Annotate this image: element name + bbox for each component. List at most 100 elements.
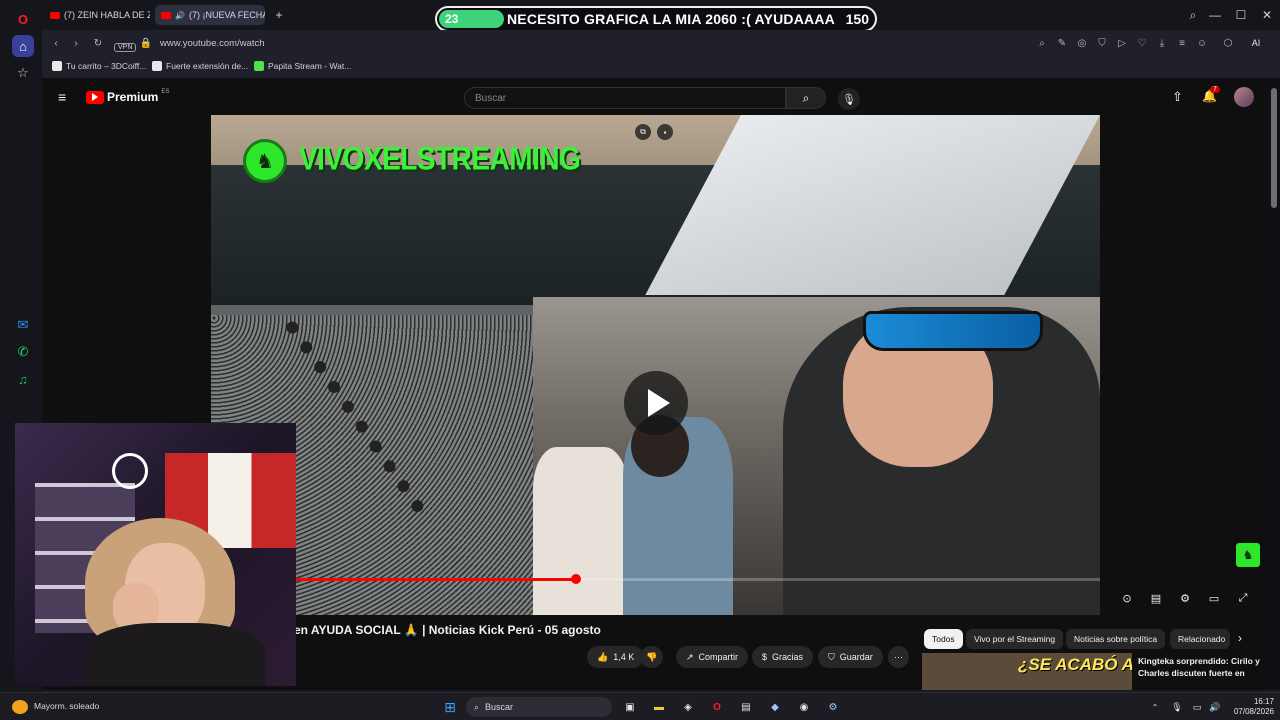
aria-ai-button[interactable]: AI — [1242, 35, 1270, 51]
scrollbar-thumb[interactable] — [1271, 88, 1277, 208]
weather-icon[interactable] — [12, 700, 28, 714]
notes-icon[interactable]: ▤ — [737, 698, 755, 716]
recommendation-thumbnail[interactable]: ¿SE ACABÓ AMISTAD? — [922, 653, 1132, 690]
search-tabs-icon[interactable]: ⌕ — [1184, 6, 1202, 24]
taskbar-search-label: Buscar — [485, 702, 514, 712]
share-button[interactable]: ↗ Compartir — [676, 646, 749, 668]
chip-label: Todos — [932, 634, 955, 644]
miniplayer-icon[interactable]: ⧉ — [635, 124, 651, 140]
app-icon[interactable]: ◈ — [679, 698, 697, 716]
more-label: ··· — [894, 652, 903, 662]
back-icon[interactable]: ‹ — [48, 35, 64, 51]
chip-vivo[interactable]: Vivo por el Streaming — [966, 629, 1064, 649]
menu-icon[interactable]: ≡ — [1174, 35, 1190, 51]
download-icon[interactable]: ⤓ — [1154, 35, 1170, 51]
file-explorer-icon[interactable]: ▬ — [650, 698, 668, 716]
webcam-neon-ring — [112, 453, 148, 489]
video-progress-bar[interactable] — [212, 574, 1100, 584]
task-view-icon[interactable]: ▣ — [621, 698, 639, 716]
voice-search-icon[interactable]: 🎙 — [838, 88, 860, 110]
edit-icon[interactable]: ✎ — [1054, 35, 1070, 51]
opera-taskbar-icon[interactable]: O — [708, 698, 726, 716]
autoplay-toggle[interactable]: ⊙ — [1116, 589, 1138, 607]
ai-label: AI — [1251, 38, 1261, 48]
bookmark-item[interactable]: Papita Stream - Wat... — [254, 61, 351, 71]
recommendation-title[interactable]: Kingteka sorprendido: Cirilo y Charles d… — [1138, 655, 1266, 679]
thumbnail-text: ¿SE ACABÓ AMISTAD? — [1018, 655, 1132, 674]
bookmark-favicon-icon — [254, 61, 264, 71]
dislike-button[interactable]: 👎 — [640, 646, 664, 668]
clock-time: 16:17 — [1253, 697, 1274, 706]
monitor-icon[interactable]: ▭ — [1188, 698, 1206, 716]
chevron-right-icon[interactable]: › — [1238, 631, 1242, 645]
avatar[interactable] — [1234, 87, 1254, 107]
poll-question: NECESITO GRAFICA LA MIA 2060 :( AYUDAAAA — [507, 11, 835, 27]
cast-icon[interactable]: ▪ — [657, 124, 673, 140]
new-tab-button[interactable]: + — [270, 5, 288, 25]
youtube-favicon-icon — [161, 11, 171, 19]
opera-logo-icon[interactable]: O — [12, 8, 34, 30]
obs-icon[interactable]: ◉ — [795, 698, 813, 716]
reload-icon[interactable]: ↻ — [90, 35, 106, 51]
search-icon[interactable]: ⌕ — [1034, 35, 1050, 51]
youtube-logo[interactable]: Premium ES — [86, 89, 169, 104]
tray-chevron-icon[interactable]: ⌃ — [1146, 698, 1164, 716]
theater-mode-icon[interactable]: ▭ — [1203, 589, 1225, 607]
whatsapp-icon[interactable]: ✆ — [12, 341, 34, 363]
play-button[interactable] — [624, 371, 688, 435]
subtitles-icon[interactable]: ▤ — [1145, 589, 1167, 607]
webcam-person-body — [85, 623, 265, 686]
microphone-icon[interactable]: 🎙 — [1168, 698, 1186, 716]
video-player[interactable]: ♞ VIVOXELSTREAMING ⧉ ▪ — [211, 115, 1100, 615]
taskbar-search[interactable]: ⌕ Buscar — [466, 697, 612, 717]
spotify-icon[interactable]: ♫ — [12, 368, 34, 390]
tab-nueva-fecha[interactable]: 🔊 (7) ¡NUEVA FECHA — [155, 5, 265, 25]
weather-label[interactable]: Mayorm. soleado — [34, 701, 99, 711]
profile-icon[interactable]: ☺ — [1194, 35, 1210, 51]
youtube-logo-icon — [86, 90, 104, 104]
settings-icon[interactable]: ⚙ — [1174, 589, 1196, 607]
extensions-icon[interactable]: ⬡ — [1220, 35, 1236, 51]
chip-politica[interactable]: Noticias sobre política — [1066, 629, 1166, 649]
fullscreen-icon[interactable]: ⤢ — [1232, 589, 1254, 607]
taskbar-clock[interactable]: 16:17 07/08/2026 — [1228, 697, 1274, 717]
heart-icon[interactable]: ♡ — [1134, 35, 1150, 51]
steam-icon[interactable]: ◆ — [766, 698, 784, 716]
stream-poll-banner: 23 NECESITO GRAFICA LA MIA 2060 :( AYUDA… — [435, 6, 877, 32]
chip-all[interactable]: Todos — [924, 629, 963, 649]
url-field[interactable]: www.youtube.com/watch — [160, 34, 460, 52]
bookmark-label: Tu carrito – 3DCoiff... — [66, 61, 147, 71]
upload-icon[interactable]: ⇧ — [1172, 89, 1183, 105]
thumbs-down-icon: 👎 — [646, 651, 658, 662]
hamburger-menu-icon[interactable]: ≡ — [58, 89, 66, 105]
channel-watermark: VIVOXELSTREAMING — [299, 140, 581, 177]
windows-start-icon[interactable]: ⊞ — [441, 698, 459, 716]
search-input[interactable]: Buscar — [464, 87, 786, 109]
play-icon[interactable]: ▷ — [1114, 35, 1130, 51]
camera-icon[interactable]: ◎ — [1074, 35, 1090, 51]
volume-icon[interactable]: 🔊 — [1206, 698, 1224, 716]
like-button[interactable]: 👍 1,4 K — [587, 646, 645, 668]
chip-relacionado[interactable]: Relacionado — [1170, 629, 1230, 649]
home-icon[interactable]: ⌂ — [12, 35, 34, 57]
search-button[interactable]: ⌕ — [786, 87, 826, 109]
video-title: en AYUDA SOCIAL 🙏 | Noticias Kick Perú -… — [294, 623, 601, 637]
page-scrollbar[interactable] — [1268, 78, 1280, 690]
shield-icon[interactable]: ⛉ — [1094, 35, 1110, 51]
lock-icon[interactable]: 🔒 — [138, 35, 154, 51]
vpn-badge[interactable]: VPN — [114, 36, 137, 54]
settings-app-icon[interactable]: ⚙ — [824, 698, 842, 716]
bookmark-item[interactable]: Tu carrito – 3DCoiff... — [52, 61, 146, 71]
messenger-icon[interactable]: ✉ — [12, 314, 34, 336]
channel-watermark-icon: ♞ — [243, 139, 287, 183]
save-button[interactable]: ⛉ Guardar — [818, 646, 883, 668]
more-actions-button[interactable]: ··· — [888, 646, 909, 668]
maximize-icon[interactable]: ☐ — [1232, 6, 1250, 24]
close-icon[interactable]: ✕ — [1258, 6, 1276, 24]
bookmark-item[interactable]: Fuerte extensión de... — [152, 61, 248, 71]
forward-icon[interactable]: › — [68, 35, 84, 51]
tab-zein[interactable]: (7) ZEIN HABLA DE ZULLY — [44, 5, 150, 25]
star-icon[interactable]: ☆ — [12, 62, 34, 84]
minimize-icon[interactable]: — — [1206, 6, 1224, 24]
thanks-button[interactable]: $ Gracias — [752, 646, 814, 668]
